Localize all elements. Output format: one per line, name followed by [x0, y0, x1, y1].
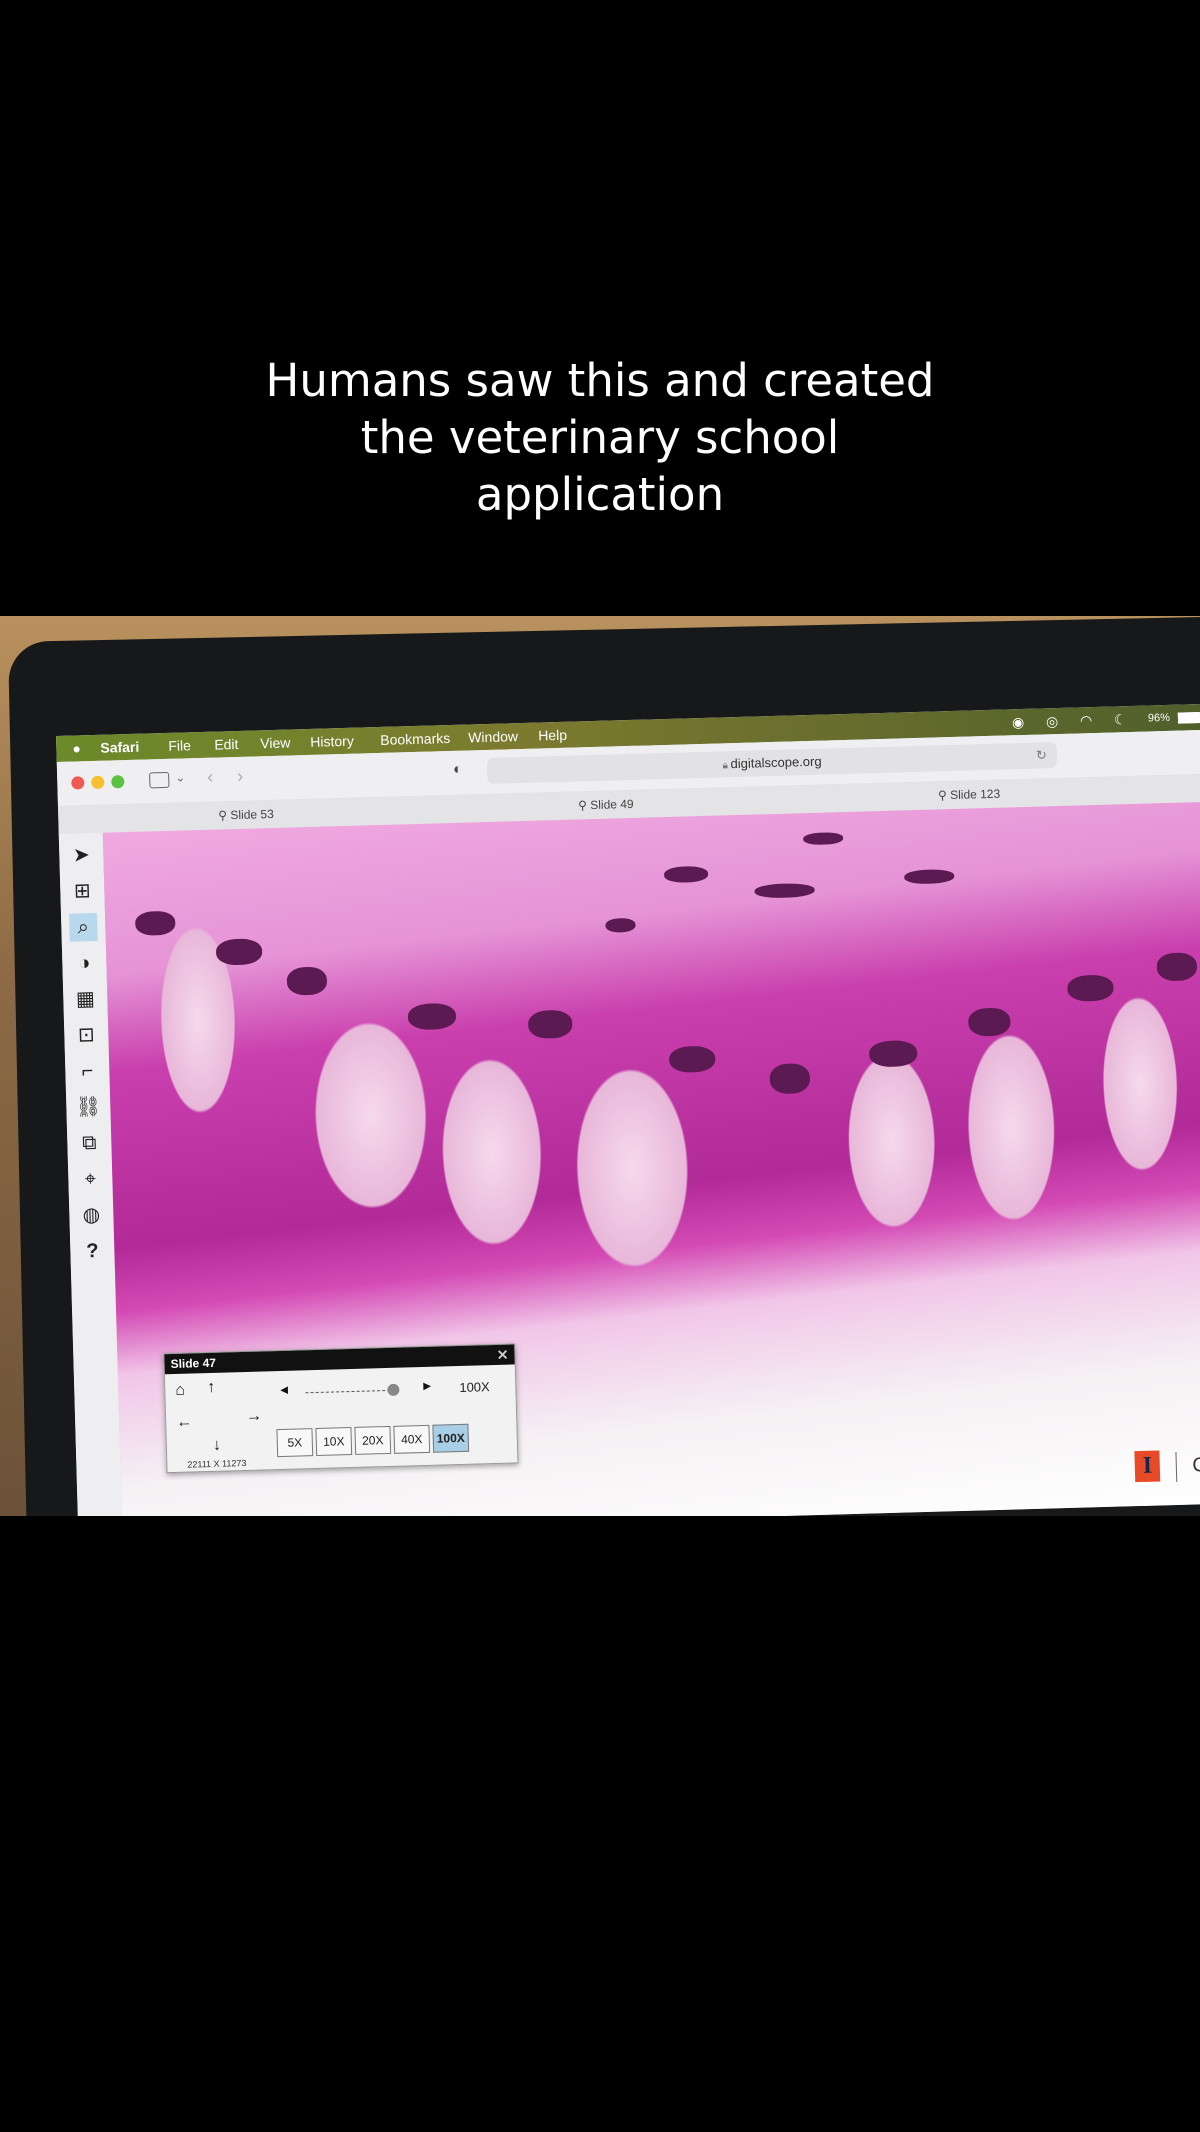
reload-icon[interactable]: ↻ [1036, 742, 1048, 768]
cell-nucleus [407, 1002, 457, 1031]
menu-view[interactable]: View [260, 734, 291, 751]
link-icon[interactable]: ⛓ [74, 1093, 103, 1122]
cell-nucleus [134, 910, 176, 936]
battery-icon [1177, 712, 1200, 724]
help-button[interactable]: ? [78, 1237, 107, 1266]
cell-nucleus [967, 1007, 1011, 1037]
cell-nucleus [663, 865, 709, 884]
slide-dimensions: 22111 X 11273 [187, 1457, 247, 1470]
minimize-window-button[interactable] [91, 775, 105, 790]
cell-nucleus [527, 1009, 573, 1039]
slide-navigator-panel: Slide 47 ✕ ⌂ ↑ ← → ↓ ◀ ▶ 100X 5X 10X 20X… [163, 1343, 519, 1474]
zoom-slider[interactable] [305, 1389, 396, 1394]
menu-help[interactable]: Help [538, 727, 567, 744]
menu-file[interactable]: File [168, 737, 191, 754]
cell-nucleus [904, 868, 955, 885]
menu-edit[interactable]: Edit [214, 736, 239, 753]
menu-window[interactable]: Window [468, 728, 518, 745]
cell-nucleus [215, 938, 263, 966]
magnifier-icon[interactable]: ⌕ [68, 912, 98, 942]
camera-icon[interactable]: ⧉ [75, 1129, 104, 1158]
arrow-left-icon[interactable]: ← [176, 1413, 192, 1431]
cell-nucleus [803, 832, 844, 846]
arrow-down-icon[interactable]: ↓ [213, 1437, 221, 1455]
address-bar[interactable]: 🔒︎ digitalscope.org ↻ [486, 742, 1058, 784]
arrow-right-icon[interactable]: → [246, 1408, 262, 1426]
mag-40x-button[interactable]: 40X [393, 1424, 431, 1454]
tab-slide-53[interactable]: ⚲ Slide 53 [218, 807, 274, 823]
close-window-button[interactable] [71, 776, 85, 790]
zoom-slider-thumb[interactable] [387, 1383, 400, 1396]
logo-divider [1175, 1451, 1178, 1482]
cell-nucleus [868, 1040, 918, 1068]
mag-20x-button[interactable]: 20X [354, 1425, 392, 1455]
lock-icon: 🔒︎ [722, 760, 731, 772]
arrow-up-icon[interactable]: ↑ [207, 1379, 215, 1397]
home-icon[interactable]: ⌂ [175, 1382, 185, 1400]
compare-panels-icon[interactable]: ⊞ [68, 877, 97, 906]
cell-nucleus [668, 1045, 716, 1073]
cell-nucleus [754, 882, 815, 899]
zoom-window-button[interactable] [111, 775, 125, 789]
cell-nucleus [1156, 952, 1198, 982]
illinois-i-mark: I [1134, 1450, 1161, 1483]
tab-label: Slide 49 [590, 796, 634, 813]
caption: Humans saw this and created the veterina… [0, 352, 1200, 523]
menu-bookmarks[interactable]: Bookmarks [380, 730, 450, 748]
mag-10x-button[interactable]: 10X [315, 1427, 353, 1457]
ruler-icon[interactable]: ⌐ [73, 1057, 102, 1086]
address-bar-url: digitalscope.org [730, 753, 822, 772]
zoom-level-label: 100X [459, 1379, 490, 1395]
laptop-photo: ● Safari File Edit View History Bookmark… [0, 616, 1200, 1516]
airdrop-icon[interactable]: ◠ [1080, 712, 1093, 729]
microscope-icon: ⚲ [577, 798, 591, 813]
chevron-down-icon[interactable]: ⌄ [175, 770, 185, 784]
screenshot-icon[interactable]: ⊡ [72, 1021, 101, 1050]
panel-title: Slide 47 [170, 1355, 217, 1372]
mag-5x-button[interactable]: 5X [276, 1428, 314, 1458]
focus-moon-icon[interactable]: ☾ [1114, 711, 1127, 728]
cell-nucleus [1067, 974, 1114, 1002]
pointer-arrow-icon[interactable]: ➤ [67, 841, 96, 870]
battery-percent: 96% [1147, 711, 1171, 725]
microscope-icon: ⚲ [937, 788, 951, 803]
tab-slide-49[interactable]: ⚲ Slide 49 [578, 797, 634, 813]
control-center-icon[interactable]: ◎ [1046, 713, 1059, 730]
caption-line-1: Humans saw this and created [265, 354, 935, 407]
close-icon[interactable]: ✕ [496, 1345, 508, 1365]
microscope-icon: ⚲ [218, 808, 231, 823]
zoom-out-icon[interactable]: ◀ [280, 1385, 288, 1396]
tab-slide-123[interactable]: ⚲ Slide 123 [938, 787, 1001, 803]
apple-icon[interactable]: ● [72, 740, 81, 756]
sidebar-toggle-icon[interactable] [149, 771, 170, 789]
caption-line-3: application [475, 468, 725, 521]
forward-arrow-icon[interactable]: › [237, 766, 244, 787]
privacy-shield-icon[interactable]: ◐ [453, 761, 463, 778]
grid-icon[interactable]: ▦ [71, 985, 100, 1014]
laptop-screen: ● Safari File Edit View History Bookmark… [56, 703, 1200, 1516]
menu-history[interactable]: History [310, 733, 354, 750]
logo-text: Colle [1191, 1453, 1200, 1477]
tab-label: Slide 123 [949, 786, 1001, 803]
menu-app-safari[interactable]: Safari [100, 739, 139, 756]
zoom-in-icon[interactable]: ▶ [423, 1381, 431, 1392]
cell-nucleus [286, 966, 328, 996]
caption-line-2: the veterinary school [360, 411, 840, 464]
cell-nucleus [769, 1063, 811, 1095]
contrast-icon[interactable]: ◑ [70, 949, 99, 978]
tab-label: Slide 53 [230, 806, 274, 823]
cell-nucleus [605, 917, 636, 933]
globe-icon[interactable]: ◍ [77, 1201, 106, 1230]
pin-icon[interactable]: ⌖ [76, 1165, 105, 1194]
back-arrow-icon[interactable]: ‹ [207, 767, 214, 788]
grammarly-icon[interactable]: ◉ [1012, 714, 1025, 731]
mag-100x-button[interactable]: 100X [432, 1423, 470, 1453]
